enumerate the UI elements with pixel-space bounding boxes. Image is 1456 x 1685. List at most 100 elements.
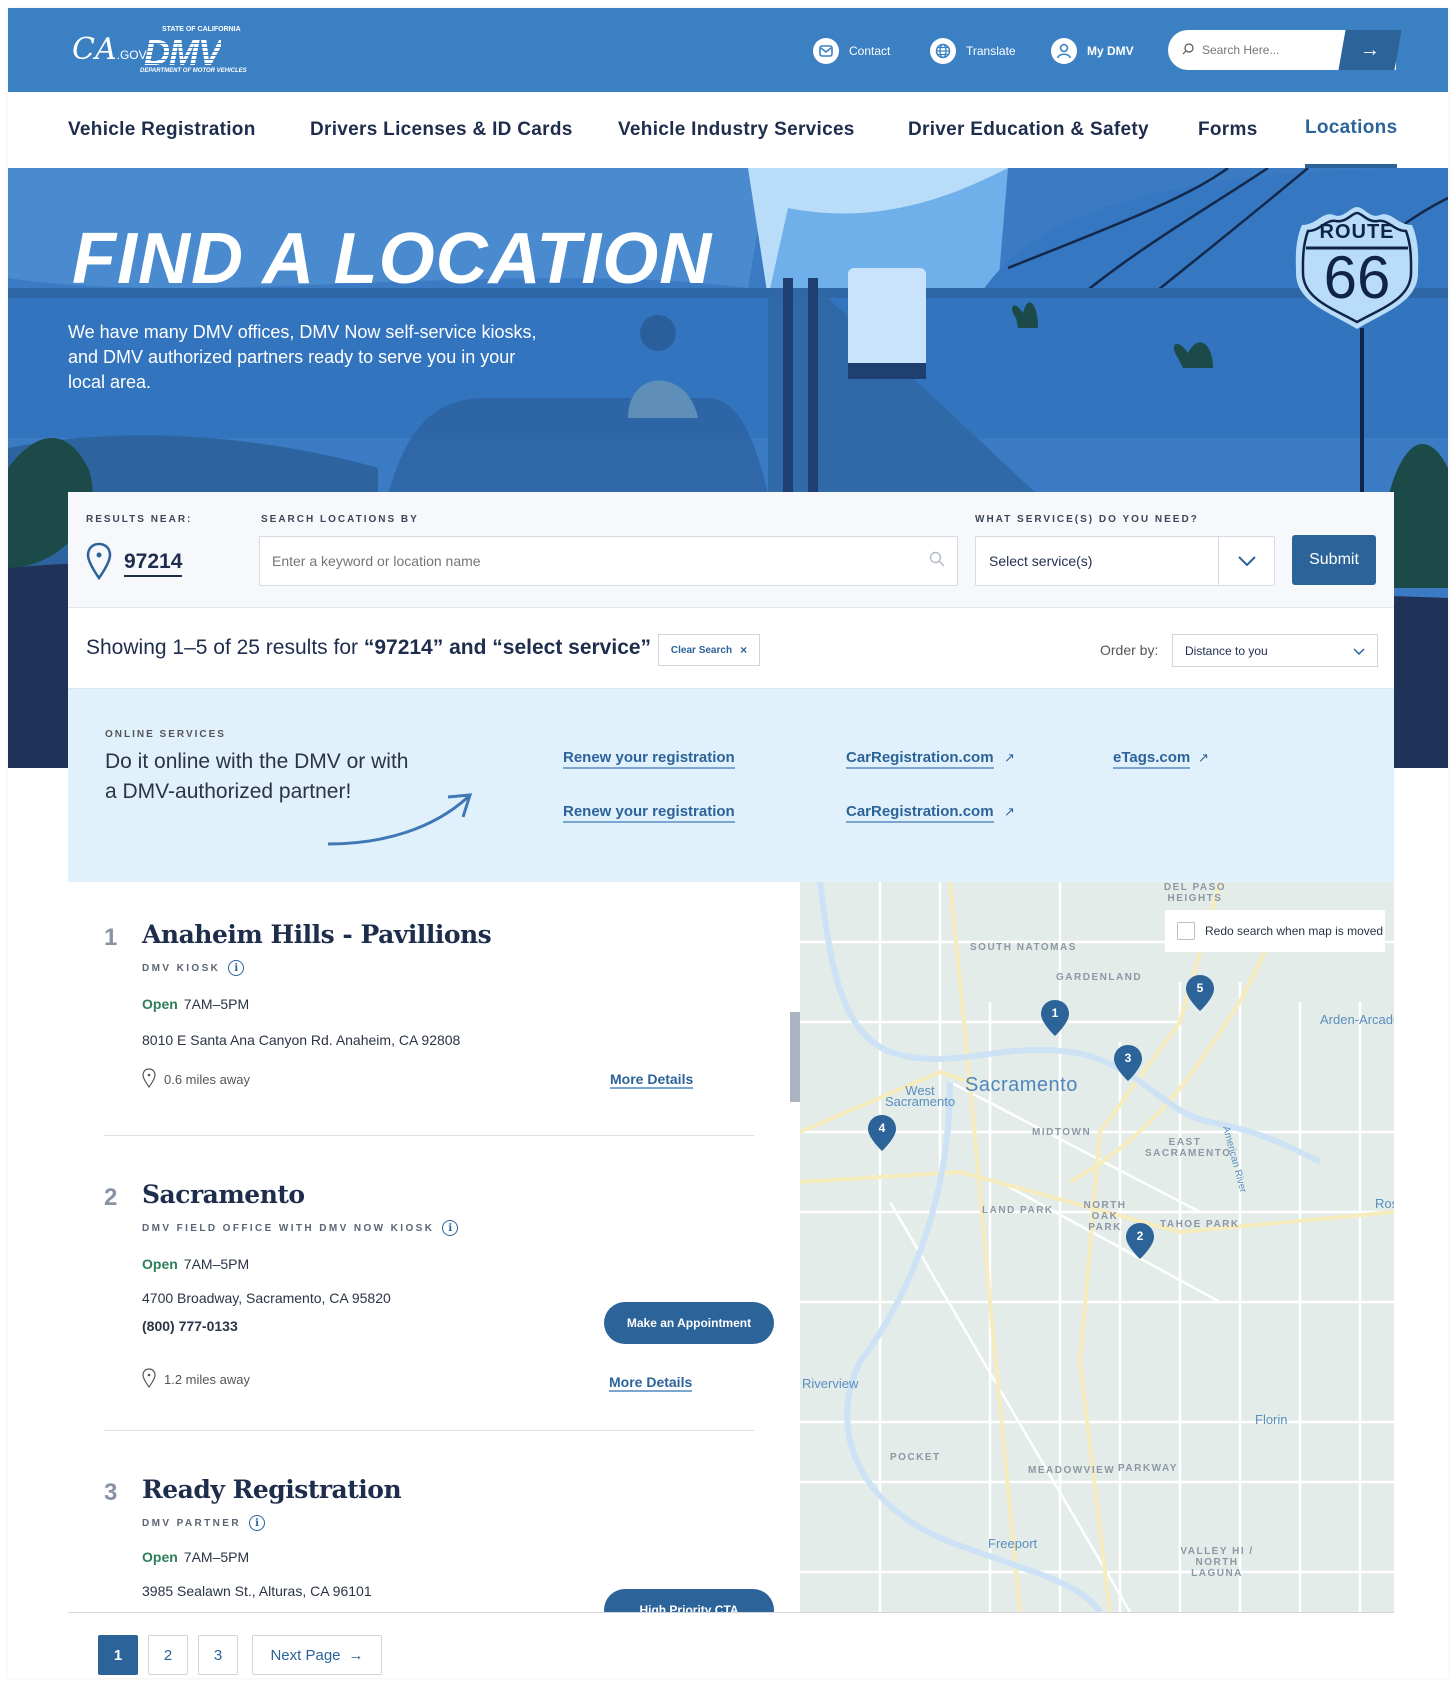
order-by-select[interactable]: Distance to you <box>1172 634 1378 667</box>
map-label: MEADOWVIEW <box>1028 1465 1116 1476</box>
map-pin-5[interactable]: 5 <box>1185 974 1215 1012</box>
map-label: Arden-Arcade <box>1320 1012 1394 1027</box>
contact-link[interactable]: Contact <box>813 38 890 64</box>
keyword-field <box>259 536 958 586</box>
results-summary-bar: Showing 1–5 of 25 results for “97214” an… <box>68 608 1394 689</box>
locator-panel: RESULTS NEAR: 97214 SEARCH LOCATIONS BY … <box>68 492 1394 1675</box>
zip-display[interactable]: 97214 <box>86 542 183 585</box>
etags-link[interactable]: eTags.com <box>1113 749 1191 769</box>
map-label: MIDTOWN <box>1032 1127 1092 1138</box>
map-pin-icon <box>142 1368 164 1391</box>
carregistration-link-2[interactable]: CarRegistration.com <box>846 803 994 823</box>
location-hours: Open 7AM–5PM <box>142 996 249 1012</box>
clear-search-label: Clear Search <box>670 644 733 656</box>
redo-search-toggle[interactable]: Redo search when map is moved <box>1165 910 1385 952</box>
site-search-input[interactable] <box>1202 43 1352 57</box>
ca-gov-logo[interactable]: CA.GOV <box>72 32 147 67</box>
map-label: LAND PARK <box>982 1205 1054 1216</box>
nav-vehicle-registration[interactable]: Vehicle Registration <box>68 92 256 168</box>
info-icon[interactable]: i <box>228 960 245 976</box>
more-details-link[interactable]: More Details <box>609 1374 693 1392</box>
search-icon[interactable] <box>929 551 945 572</box>
pin-label: 2 <box>1136 1229 1144 1243</box>
map-label: Freeport <box>988 1536 1038 1551</box>
info-icon[interactable]: i <box>249 1515 265 1531</box>
page-1-button[interactable]: 1 <box>98 1635 138 1675</box>
more-details-link[interactable]: More Details <box>610 1071 694 1089</box>
keyword-input[interactable] <box>272 553 929 569</box>
location-name[interactable]: Sacramento <box>142 1180 305 1209</box>
hours-value: 7AM–5PM <box>183 1549 250 1565</box>
results-query-zip: “97214” <box>363 636 444 659</box>
nav-locations[interactable]: Locations <box>1305 92 1398 168</box>
service-select[interactable]: Select service(s) <box>975 536 1275 586</box>
site-search-submit-button[interactable]: → <box>1338 30 1402 70</box>
online-services-label: ONLINE SERVICES <box>105 729 226 740</box>
next-page-button[interactable]: Next Page → <box>252 1635 382 1675</box>
dmv-logo[interactable]: STATE OF CALIFORNIA DMV DEPARTMENT OF MO… <box>140 26 274 76</box>
renew-registration-link-2[interactable]: Renew your registration <box>563 803 735 823</box>
route-66-sign: ROUTE 66 <box>1292 203 1422 331</box>
divider <box>104 1430 754 1431</box>
location-search-form: RESULTS NEAR: 97214 SEARCH LOCATIONS BY … <box>68 492 1394 608</box>
location-type-label: DMV KIOSK <box>142 962 221 974</box>
chevron-down-icon <box>1353 644 1365 658</box>
map-label: SOUTH NATOMAS <box>970 942 1077 953</box>
results-near-label: RESULTS NEAR: <box>86 514 193 525</box>
distance-value: 0.6 miles away <box>164 1072 250 1087</box>
map-pin-2[interactable]: 2 <box>1125 1222 1155 1260</box>
info-icon[interactable]: i <box>442 1220 459 1236</box>
divider <box>104 1135 754 1136</box>
pin-label: 1 <box>1051 1006 1059 1020</box>
results-scrollbar[interactable] <box>790 1012 800 1102</box>
clear-search-button[interactable]: Clear Search × <box>658 634 760 666</box>
location-distance: 0.6 miles away <box>142 1068 250 1091</box>
close-icon: × <box>740 643 748 657</box>
external-link-icon: ↗ <box>1198 750 1209 765</box>
location-index: 2 <box>104 1184 118 1211</box>
location-address: 3985 Sealawn St., Alturas, CA 96101 <box>142 1583 372 1599</box>
open-status: Open <box>142 1256 178 1272</box>
page-2-button[interactable]: 2 <box>148 1635 188 1675</box>
make-appointment-button[interactable]: Make an Appointment <box>604 1302 774 1344</box>
nav-forms[interactable]: Forms <box>1198 92 1258 168</box>
map-label: Rose <box>1375 1196 1394 1211</box>
map-label: POCKET <box>890 1452 941 1463</box>
open-status: Open <box>142 996 178 1012</box>
map-label: GARDENLAND <box>1056 972 1143 983</box>
location-phone[interactable]: (800) 777-0133 <box>142 1318 238 1334</box>
location-type-label: DMV PARTNER <box>142 1517 241 1529</box>
open-status: Open <box>142 1549 178 1565</box>
location-name[interactable]: Ready Registration <box>142 1475 402 1504</box>
location-type-label: DMV FIELD OFFICE WITH DMV NOW KIOSK <box>142 1222 435 1234</box>
map-pin-3[interactable]: 3 <box>1113 1044 1143 1082</box>
hours-value: 7AM–5PM <box>183 996 250 1012</box>
location-hours: Open 7AM–5PM <box>142 1256 249 1272</box>
external-link-icon: ↗ <box>1004 804 1015 819</box>
zip-value[interactable]: 97214 <box>124 550 183 577</box>
location-distance: 1.2 miles away <box>142 1368 250 1391</box>
nav-vehicle-industry-services[interactable]: Vehicle Industry Services <box>618 92 855 168</box>
chevron-down-icon[interactable] <box>1218 537 1274 585</box>
carregistration-link[interactable]: CarRegistration.com <box>846 749 994 769</box>
high-priority-cta-button[interactable]: High Priority CTA <box>604 1589 774 1612</box>
map-label: DEL PASO HEIGHTS <box>1163 882 1227 904</box>
order-by-label: Order by: <box>1100 642 1159 658</box>
redo-search-checkbox[interactable] <box>1177 922 1195 940</box>
results-map[interactable]: Redo search when map is moved DEL PASO H… <box>800 882 1394 1612</box>
location-name[interactable]: Anaheim Hills - Pavillions <box>142 920 492 949</box>
location-type: DMV FIELD OFFICE WITH DMV NOW KIOSK i <box>142 1220 459 1236</box>
location-results-list: 1 Anaheim Hills - Pavillions DMV KIOSK i … <box>68 882 792 1612</box>
map-pin-1[interactable]: 1 <box>1040 999 1070 1037</box>
map-pin-4[interactable]: 4 <box>867 1114 897 1152</box>
pagination: 1 2 3 Next Page → <box>98 1635 382 1675</box>
submit-button[interactable]: Submit <box>1292 535 1376 585</box>
renew-registration-link[interactable]: Renew your registration <box>563 749 735 769</box>
nav-drivers-licenses[interactable]: Drivers Licenses & ID Cards <box>310 92 573 168</box>
nav-driver-education[interactable]: Driver Education & Safety <box>908 92 1149 168</box>
page-3-button[interactable]: 3 <box>198 1635 238 1675</box>
location-type: DMV KIOSK i <box>142 960 245 976</box>
translate-link[interactable]: Translate <box>930 38 1016 64</box>
my-dmv-link[interactable]: My DMV <box>1051 38 1134 64</box>
search-by-label: SEARCH LOCATIONS BY <box>261 514 419 525</box>
